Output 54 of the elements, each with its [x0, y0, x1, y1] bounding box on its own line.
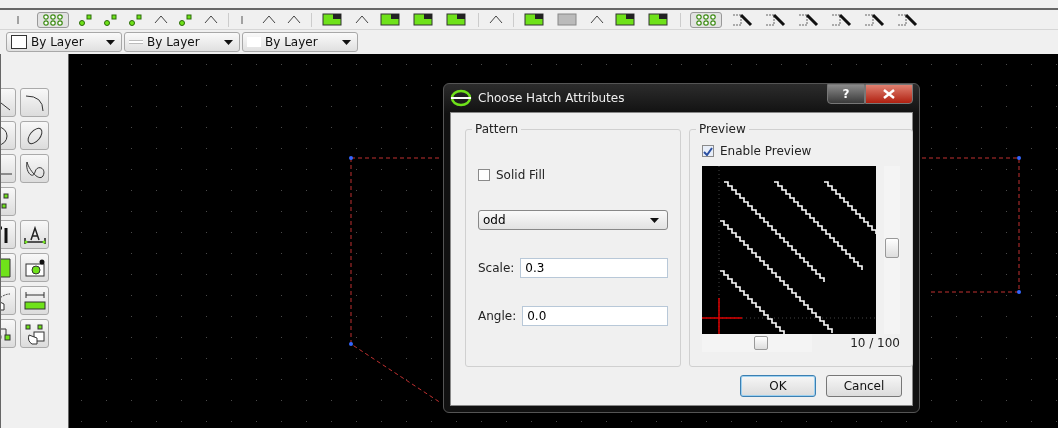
caret-icon [650, 217, 659, 223]
layer-icon[interactable] [321, 12, 345, 27]
caret-icon [224, 39, 233, 45]
line-style-icon [129, 40, 143, 44]
solid-fill-checkbox[interactable]: Solid Fill [478, 168, 668, 182]
caret-icon [106, 39, 115, 45]
arc-icon[interactable] [20, 88, 49, 117]
grid-icon[interactable] [690, 11, 722, 28]
field-label: Angle: [478, 309, 517, 323]
camera-icon[interactable] [20, 253, 49, 282]
loop-curve-icon[interactable] [20, 154, 49, 183]
app-logo-icon [450, 89, 472, 107]
node-icon[interactable] [78, 12, 94, 27]
zoom-reading: 10 / 100 [850, 336, 900, 350]
dimension-icon[interactable] [20, 220, 49, 249]
layer-icon[interactable] [445, 12, 469, 27]
help-button[interactable]: ? [827, 84, 865, 104]
dialog-button[interactable]: OK [740, 375, 816, 397]
horizontal-scrollbar[interactable] [702, 334, 812, 352]
zoom-icon[interactable] [896, 12, 920, 27]
ruler-icon[interactable] [20, 286, 49, 315]
zoom-icon[interactable] [830, 12, 854, 27]
color-swatch-icon [11, 35, 27, 49]
property-dropdown[interactable]: By Layer [124, 32, 240, 52]
group-title: Pattern [472, 122, 522, 136]
layer-icon[interactable] [523, 12, 547, 27]
zoom-icon[interactable] [797, 12, 821, 27]
pattern-dropdown[interactable]: odd [478, 210, 668, 230]
angle-field[interactable]: 0.0 [522, 306, 668, 326]
line-width-icon [247, 37, 261, 47]
field-label: Scale: [478, 261, 515, 275]
group-title: Preview [696, 122, 749, 136]
close-icon[interactable] [865, 84, 913, 104]
property-dropdown[interactable]: By Layer [6, 32, 122, 52]
enable-preview-checkbox[interactable]: Enable Preview [702, 144, 812, 158]
grid-icon[interactable] [37, 11, 69, 28]
zoom-icon[interactable] [731, 12, 755, 27]
layer-icon[interactable] [379, 12, 403, 27]
checkmark-icon [703, 146, 713, 156]
layer-icon[interactable] [412, 12, 436, 27]
scale-field[interactable]: 0.3 [520, 258, 668, 278]
property-dropdown[interactable]: By Layer [242, 32, 358, 52]
node-icon[interactable] [103, 12, 119, 27]
node-group-icon[interactable] [20, 319, 49, 348]
node-icon[interactable] [128, 12, 144, 27]
vertical-scrollbar[interactable] [884, 166, 900, 334]
node-icon[interactable] [178, 12, 194, 27]
layer-icon[interactable] [614, 12, 638, 27]
zoom-icon[interactable] [863, 12, 887, 27]
zoom-icon[interactable] [764, 12, 788, 27]
layer-icon[interactable] [647, 12, 671, 27]
caret-icon [342, 39, 351, 45]
window-title: Choose Hatch Attributes [478, 91, 626, 105]
dialog-button[interactable]: Cancel [826, 375, 902, 397]
